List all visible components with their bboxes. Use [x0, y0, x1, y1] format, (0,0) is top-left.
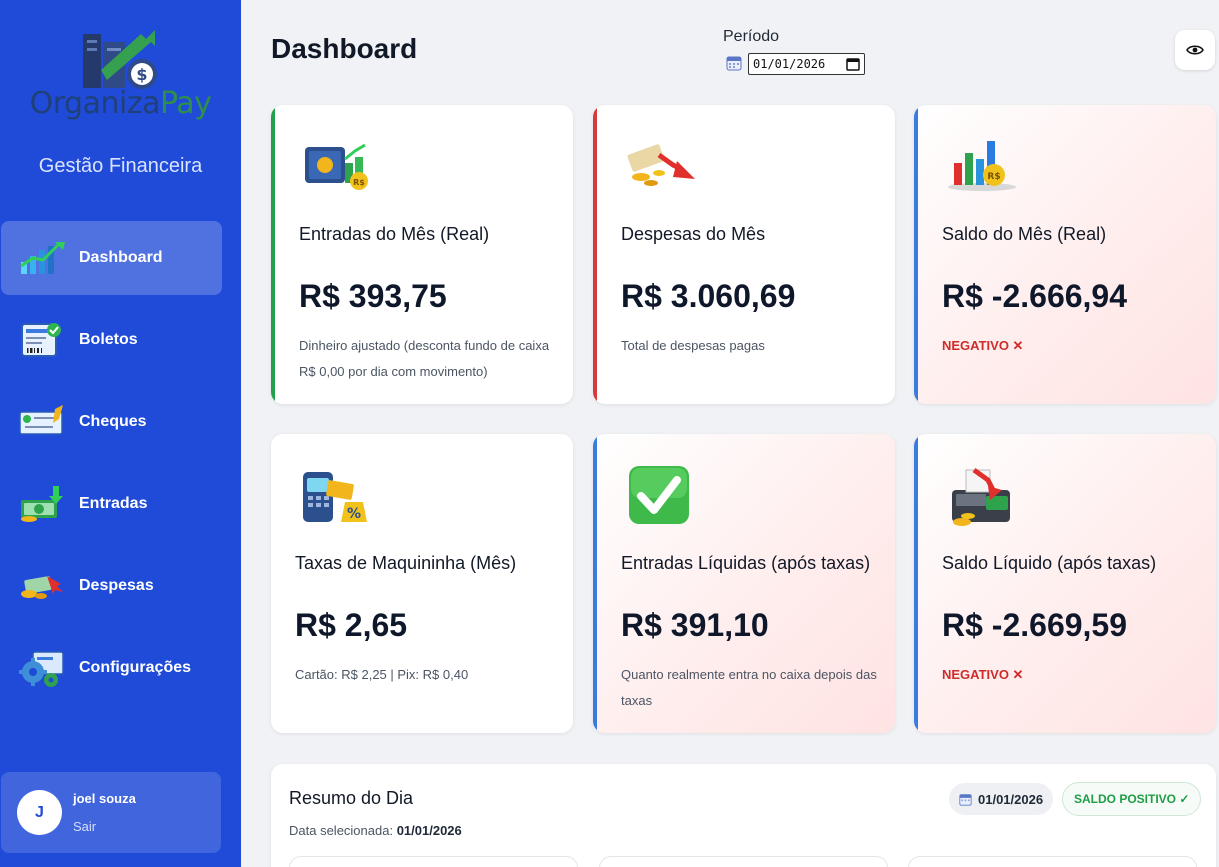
sidebar-item-label: Cheques [79, 413, 147, 430]
gears-icon [19, 647, 67, 689]
card-despesas-mes: Despesas do Mês R$ 3.060,69 Total de des… [593, 105, 895, 404]
card-accent-bar [593, 105, 597, 404]
card-title: Entradas do Mês (Real) [299, 224, 490, 244]
eye-icon [1186, 45, 1204, 55]
summary-subcard [599, 856, 888, 867]
card-accent-bar [271, 105, 275, 404]
card-note: Cartão: R$ 2,25 | Pix: R$ 0,40 [295, 667, 469, 682]
check-mark-icon [629, 466, 689, 524]
card-value: R$ 3.060,69 [621, 278, 796, 314]
card-accent-bar [914, 105, 918, 404]
sidebar-item-dashboard[interactable]: Dashboard [1, 221, 222, 295]
bar-chart-coin-icon: R$ [948, 141, 1016, 191]
invoice-icon [19, 319, 67, 361]
card-value: R$ -2.666,94 [942, 278, 1128, 314]
daily-summary-panel: Resumo do Dia Data selecionada: 01/01/20… [271, 764, 1216, 867]
money-in-icon [19, 483, 67, 525]
sidebar-item-cheques[interactable]: Cheques [1, 385, 222, 459]
user-name: joel souza [73, 791, 136, 806]
period-label: Período [723, 28, 780, 45]
svg-text:R$: R$ [353, 178, 365, 187]
sidebar-item-label: Configurações [79, 659, 192, 676]
sidebar-item-entradas[interactable]: Entradas [1, 467, 222, 541]
card-status-negative: NEGATIVO ✕ [942, 667, 1024, 682]
card-entradas-mes: R$ Entradas do Mês (Real) R$ 393,75 Dinh… [271, 105, 573, 404]
card-value: R$ -2.669,59 [942, 607, 1128, 643]
card-value: R$ 2,65 [295, 607, 408, 643]
sidebar-item-despesas[interactable]: Despesas [1, 549, 222, 623]
calendar-icon [959, 793, 972, 806]
daily-summary-title: Resumo do Dia [289, 788, 414, 808]
selected-date-label: Data selecionada: [289, 823, 394, 838]
brand-name: OrganizaPay [0, 86, 241, 121]
period-date-input[interactable]: 01/01/2026 [748, 53, 865, 75]
selected-date-text: Data selecionada: 01/01/2026 [289, 823, 462, 838]
selected-date-value: 01/01/2026 [396, 823, 462, 838]
sidebar: $ OrganizaPay Gestão Financeira Dashboar… [0, 0, 241, 867]
card-machine-icon: % [303, 472, 367, 522]
card-saldo-liquido: Saldo Líquido (após taxas) R$ -2.669,59 … [914, 434, 1216, 733]
card-accent-bar [593, 434, 597, 733]
sidebar-item-label: Despesas [79, 577, 154, 594]
check-icon [19, 401, 67, 443]
period-date-value: 01/01/2026 [753, 57, 826, 71]
card-taxas-maquininha: % Taxas de Maquininha (Mês) R$ 2,65 Cart… [271, 434, 573, 733]
card-status-negative: NEGATIVO ✕ [942, 338, 1024, 353]
card-value: R$ 393,75 [299, 278, 447, 314]
svg-text:$: $ [136, 65, 147, 84]
sidebar-nav: Dashboard Boletos Cheques Entradas Despe… [0, 221, 241, 713]
card-title: Saldo Líquido (após taxas) [942, 553, 1157, 573]
logout-link[interactable]: Sair [73, 819, 96, 834]
calendar-picker-icon[interactable] [846, 57, 860, 71]
svg-text:R$: R$ [987, 172, 1000, 182]
calendar-icon [726, 56, 742, 71]
user-box: J joel souza Sair [1, 772, 221, 853]
card-title: Saldo do Mês (Real) [942, 224, 1107, 244]
card-note: Quanto realmente entra no caixa depois d… [621, 667, 877, 708]
cash-register-icon [952, 467, 1010, 526]
sidebar-item-label: Dashboard [79, 249, 163, 266]
brand-name-part2: Pay [159, 86, 212, 121]
sidebar-item-label: Boletos [79, 331, 138, 348]
card-value: R$ 391,10 [621, 607, 769, 643]
safe-money-icon: R$ [305, 143, 368, 190]
card-entradas-liquidas: Entradas Líquidas (após taxas) R$ 391,10… [593, 434, 895, 733]
svg-text:%: % [347, 506, 361, 522]
card-saldo-mes: R$ Saldo do Mês (Real) R$ -2.666,94 NEGA… [914, 105, 1216, 404]
card-title: Taxas de Maquininha (Mês) [295, 553, 517, 573]
status-badge: SALDO POSITIVO ✓ [1062, 782, 1202, 816]
page-title: Dashboard [271, 33, 418, 64]
sidebar-item-boletos[interactable]: Boletos [1, 303, 222, 377]
date-badge-text: 01/01/2026 [978, 791, 1044, 807]
card-title: Entradas Líquidas (após taxas) [621, 553, 871, 573]
card-note: Total de despesas pagas [621, 338, 765, 353]
card-title: Despesas do Mês [621, 224, 766, 244]
avatar[interactable]: J [17, 790, 62, 835]
chart-growth-icon [19, 237, 67, 279]
expenses-icon [19, 565, 67, 607]
card-accent-bar [914, 434, 918, 733]
summary-subcard [908, 856, 1197, 867]
sidebar-item-configuracoes[interactable]: Configurações [1, 631, 222, 705]
brand-name-part1: Organiza [29, 86, 161, 121]
logo-icon: $ [82, 30, 157, 89]
date-badge: 01/01/2026 [949, 783, 1054, 815]
card-note: Dinheiro ajustado (desconta fundo de cai… [299, 338, 550, 379]
sidebar-item-label: Entradas [79, 495, 148, 512]
money-down-icon [627, 144, 695, 186]
tagline: Gestão Financeira [38, 155, 203, 177]
summary-subcard [289, 856, 578, 867]
toggle-visibility-button[interactable] [1175, 30, 1215, 70]
brand: $ OrganizaPay [0, 30, 241, 121]
